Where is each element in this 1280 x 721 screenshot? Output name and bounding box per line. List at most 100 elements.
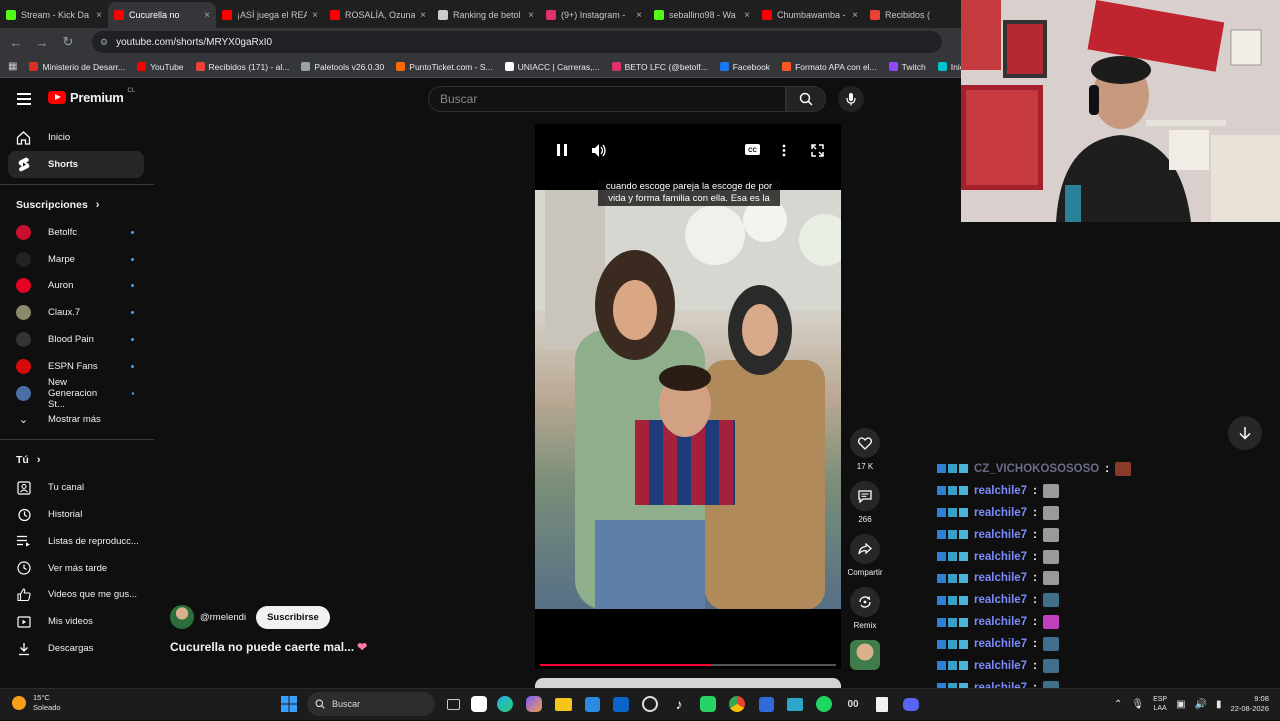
tab-close-icon[interactable]: × (420, 10, 426, 21)
browser-tab[interactable]: ROSALÍA, Ozuna × (324, 2, 432, 28)
windows-start-icon[interactable] (278, 693, 300, 715)
tab-close-icon[interactable]: × (312, 10, 318, 21)
remix-button[interactable] (850, 587, 880, 617)
task-view-icon[interactable] (442, 693, 464, 715)
chrome-icon[interactable] (726, 693, 748, 715)
tab-close-icon[interactable]: × (852, 10, 858, 21)
sidebar-item-playlists[interactable]: Listas de reproducc... (0, 528, 146, 555)
browser-tab[interactable]: ¡ASÍ juega el REA × (216, 2, 324, 28)
github-icon[interactable] (639, 693, 661, 715)
obs-icon[interactable] (755, 693, 777, 715)
taskbar-search[interactable]: Buscar (307, 692, 435, 716)
bookmark-item[interactable]: Facebook (719, 62, 770, 72)
sidebar-item-history[interactable]: Historial (0, 501, 146, 528)
sidebar-item-inicio[interactable]: Inicio (0, 124, 146, 151)
subscription-item[interactable]: Auron (0, 273, 146, 300)
bookmark-item[interactable]: UNIACC | Carreras,... (504, 62, 600, 72)
comments-button[interactable] (850, 481, 880, 511)
bookmark-item[interactable]: BETO LFC (@betolf... (611, 62, 708, 72)
bookmark-item[interactable]: YouTube (137, 62, 184, 72)
edge-icon[interactable] (494, 693, 516, 715)
short-title[interactable]: Cucurella no puede caerte mal... ❤ (170, 640, 367, 654)
sidebar-item-watch-later[interactable]: Ver más tarde (0, 555, 146, 582)
forward-icon[interactable]: → (34, 35, 50, 50)
chat-username[interactable]: CZ_VICHOKOSOSOSO (974, 463, 1099, 475)
subscription-item[interactable]: Marpe (0, 246, 146, 273)
channel-avatar[interactable] (170, 605, 194, 629)
chat-username[interactable]: realchile7 (974, 594, 1027, 606)
weather-widget[interactable]: 15°C Soleado (12, 693, 61, 713)
subscription-item[interactable]: Blood Pain (0, 326, 146, 353)
outlook-icon[interactable] (610, 693, 632, 715)
sidebar-item-downloads[interactable]: Descargas (0, 635, 146, 662)
chat-username[interactable]: realchile7 (974, 572, 1027, 584)
subscription-item[interactable]: Betolfc (0, 219, 146, 246)
site-info-icon[interactable]: ⚙ (100, 37, 108, 48)
sidebar-item-channel[interactable]: Tu canal (0, 474, 146, 501)
tiktok-icon[interactable]: ♪ (668, 693, 690, 715)
whatsapp-icon[interactable] (697, 693, 719, 715)
video-progress-bar[interactable] (540, 664, 836, 666)
share-button[interactable] (850, 534, 880, 564)
spotify-icon[interactable] (813, 693, 835, 715)
network-icon[interactable]: ▣ (1176, 699, 1185, 710)
bookmark-item[interactable]: Recibidos (171) - al... (195, 62, 289, 72)
like-button[interactable] (850, 428, 880, 458)
chat-username[interactable]: realchile7 (974, 638, 1027, 650)
sidebar-item-my-videos[interactable]: Mis videos (0, 608, 146, 635)
search-input[interactable]: Buscar (428, 86, 786, 112)
hamburger-menu-icon[interactable] (17, 93, 31, 105)
browser-tab[interactable]: Chumbawamba - × (756, 2, 864, 28)
show-more-button[interactable]: ⌄ Mostrar más (0, 407, 146, 434)
browser-tab[interactable]: Cucurella no × (108, 2, 216, 28)
next-short-button[interactable] (1228, 416, 1262, 450)
tab-close-icon[interactable]: × (744, 10, 750, 21)
game-icon[interactable]: 00 (842, 693, 864, 715)
chat-username[interactable]: realchile7 (974, 507, 1027, 519)
bookmark-item[interactable]: PuntoTicket.com - S... (396, 62, 493, 72)
subscription-item[interactable]: Claux.7 (0, 299, 146, 326)
sidebar-item-like[interactable]: Videos que me gus... (0, 582, 146, 609)
back-icon[interactable]: ← (8, 35, 24, 50)
browser-tab[interactable]: (9+) Instagram - × (540, 2, 648, 28)
youtube-premium-logo[interactable]: Premium CL (48, 88, 135, 105)
reload-icon[interactable]: ↻ (60, 34, 76, 50)
input-language[interactable]: ESP LAA (1153, 695, 1167, 713)
chevron-up-icon[interactable]: ⌃ (1114, 699, 1122, 710)
discord-icon[interactable] (900, 693, 922, 715)
bookmark-item[interactable]: Ministerio de Desarr... (29, 62, 125, 72)
fullscreen-button[interactable] (808, 141, 826, 159)
copilot-icon[interactable] (523, 693, 545, 715)
tab-close-icon[interactable]: × (96, 10, 102, 21)
captions-button[interactable]: CC (744, 142, 761, 156)
voice-search-button[interactable] (838, 86, 864, 112)
short-video[interactable] (535, 190, 841, 609)
chat-username[interactable]: realchile7 (974, 660, 1027, 672)
browser-tab[interactable]: Stream - Kick Da × (0, 2, 108, 28)
browser-tab[interactable]: Ranking de betol × (432, 2, 540, 28)
chat-username[interactable]: realchile7 (974, 485, 1027, 497)
tab-close-icon[interactable]: × (636, 10, 642, 21)
channel-avatar-button[interactable] (850, 640, 880, 670)
sidebar-item-shorts[interactable]: Shorts (8, 151, 144, 178)
you-heading[interactable]: Tú › (0, 446, 154, 474)
file-explorer-icon[interactable] (552, 693, 574, 715)
tab-close-icon[interactable]: × (528, 10, 534, 21)
bookmark-item[interactable]: Formato APA con el... (782, 62, 877, 72)
tab-close-icon[interactable]: × (204, 10, 210, 21)
channel-name[interactable]: @rmelendi (200, 612, 246, 623)
chat-username[interactable]: realchile7 (974, 529, 1027, 541)
chat-username[interactable]: realchile7 (974, 551, 1027, 563)
app-icon[interactable] (784, 693, 806, 715)
clock[interactable]: 9:08 22-08-2026 (1231, 694, 1269, 714)
volume-button[interactable] (590, 141, 608, 159)
browser-tab[interactable]: seballino98 - Wa × (648, 2, 756, 28)
subscriptions-heading[interactable]: Suscripciones › (0, 191, 154, 219)
apps-icon[interactable]: ▦ (8, 61, 17, 72)
store-icon[interactable] (581, 693, 603, 715)
chat-username[interactable]: realchile7 (974, 616, 1027, 628)
subscribe-button[interactable]: Suscribirse (256, 605, 330, 629)
speaker-icon[interactable]: 🔊 (1195, 699, 1207, 710)
bookmark-item[interactable]: Paletools v26.0.30 (301, 62, 384, 72)
battery-icon[interactable]: ▮ (1216, 699, 1222, 710)
